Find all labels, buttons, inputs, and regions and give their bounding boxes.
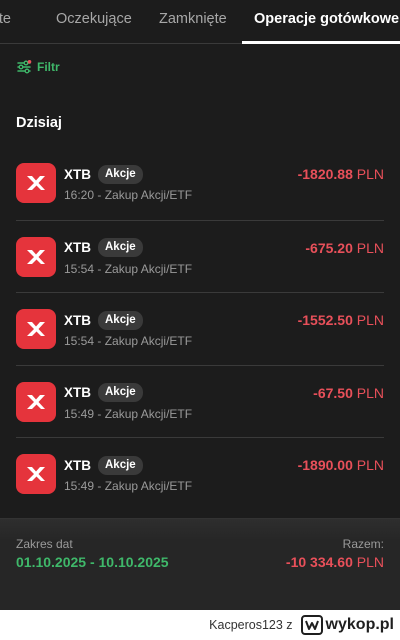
summary-footer: Zakres dat 01.10.2025 - 10.10.2025 Razem… <box>0 518 400 610</box>
transaction-row[interactable]: XTB Akcje 15:54 - Zakup Akcji/ETF -1552.… <box>16 292 384 365</box>
tab-closed[interactable]: Zamknięte <box>159 0 227 44</box>
amount-value: -1552.50 <box>297 312 353 328</box>
asset-type-badge: Akcje <box>98 455 143 475</box>
broker-name: XTB <box>64 166 91 182</box>
asset-type-badge: Akcje <box>98 310 143 330</box>
xtb-logo-icon <box>16 236 56 277</box>
amount-currency: PLN <box>356 384 384 401</box>
total-value: -10 334.60 PLN <box>286 554 384 570</box>
amount-currency: PLN <box>356 166 384 182</box>
amount-value: -67.50 <box>313 384 353 401</box>
asset-type-badge: Akcje <box>98 164 143 184</box>
transaction-amount: -1552.50 PLN <box>298 312 384 328</box>
transaction-description: Zakup Akcji/ETF <box>104 188 193 202</box>
broker-name: XTB <box>64 385 91 400</box>
date-range-value[interactable]: 01.10.2025 - 10.10.2025 <box>16 554 169 570</box>
transaction-time: 15:49 <box>64 479 95 493</box>
transaction-time: 15:54 <box>64 334 95 348</box>
transaction-description: Zakup Akcji/ETF <box>104 261 193 276</box>
amount-value: -1820.88 <box>297 166 353 182</box>
tab-pending[interactable]: Oczekujące <box>56 0 132 44</box>
wykop-brand: wykop.pl <box>325 616 394 633</box>
amount-value: -1890.00 <box>297 457 353 473</box>
transaction-description: Zakup Akcji/ETF <box>104 334 193 348</box>
date-range-label: Zakres dat <box>16 537 73 551</box>
transaction-amount: -1890.00 PLN <box>298 457 384 473</box>
filter-label: Filtr <box>37 60 60 74</box>
watermark-bar: Kacperos123 z wykop.pl <box>0 610 400 640</box>
amount-currency: PLN <box>356 239 384 256</box>
xtb-logo-icon <box>16 454 56 494</box>
total-amount: -10 334.60 <box>285 554 353 570</box>
transaction-list: XTB Akcje 16:20 - Zakup Akcji/ETF -1820.… <box>0 147 400 510</box>
broker-name: XTB <box>64 312 91 328</box>
tab-bar: rte Oczekujące Zamknięte Operacje gotówk… <box>0 0 400 44</box>
transaction-details: 16:20 - Zakup Akcji/ETF <box>64 188 193 202</box>
amount-currency: PLN <box>356 312 384 328</box>
tab-positions[interactable]: rte <box>0 0 11 44</box>
watermark-user: Kacperos123 z <box>209 618 293 632</box>
filter-button[interactable]: Filtr <box>17 58 60 76</box>
transaction-row[interactable]: XTB Akcje 15:49 - Zakup Akcji/ETF -1890.… <box>16 437 384 510</box>
transaction-row[interactable]: XTB Akcje 16:20 - Zakup Akcji/ETF -1820.… <box>16 147 384 220</box>
active-tab-indicator <box>242 41 400 44</box>
transaction-time: 15:49 <box>64 406 95 421</box>
asset-type-badge: Akcje <box>98 383 143 402</box>
transaction-description: Zakup Akcji/ETF <box>104 406 193 421</box>
transaction-row[interactable]: XTB Akcje 15:49 - Zakup Akcji/ETF -67.50… <box>16 364 384 438</box>
transaction-description: Zakup Akcji/ETF <box>104 479 193 493</box>
broker-name: XTB <box>64 457 91 473</box>
tab-cash-operations[interactable]: Operacje gotówkowe <box>254 0 399 44</box>
asset-type-badge: Akcje <box>98 238 143 257</box>
broker-name: XTB <box>64 240 91 255</box>
xtb-logo-icon <box>16 163 56 203</box>
transaction-details: 15:54 - Zakup Akcji/ETF <box>64 334 193 348</box>
total-label: Razem: <box>342 537 384 551</box>
transaction-time: 15:54 <box>64 261 95 276</box>
sliders-icon <box>17 60 32 74</box>
xtb-logo-icon <box>16 309 56 349</box>
app: rte Oczekujące Zamknięte Operacje gotówk… <box>0 0 400 640</box>
wykop-logo-icon <box>300 615 323 635</box>
section-title-today: Dzisiaj <box>16 115 62 131</box>
transaction-details: 15:49 - Zakup Akcji/ETF <box>64 479 193 493</box>
transaction-time: 16:20 <box>64 188 95 202</box>
amount-value: -675.20 <box>305 239 353 256</box>
transaction-amount: -67.50 PLN <box>313 385 384 401</box>
transaction-details: 15:49 - Zakup Akcji/ETF <box>64 406 193 421</box>
xtb-logo-icon <box>16 381 56 422</box>
transaction-amount: -1820.88 PLN <box>298 166 384 182</box>
transaction-amount: -675.20 PLN <box>305 240 384 256</box>
total-currency: PLN <box>356 554 384 570</box>
wykop-logo: wykop.pl <box>300 615 394 635</box>
amount-currency: PLN <box>356 457 384 473</box>
transaction-details: 15:54 - Zakup Akcji/ETF <box>64 261 193 276</box>
transaction-row[interactable]: XTB Akcje 15:54 - Zakup Akcji/ETF -675.2… <box>16 219 384 293</box>
